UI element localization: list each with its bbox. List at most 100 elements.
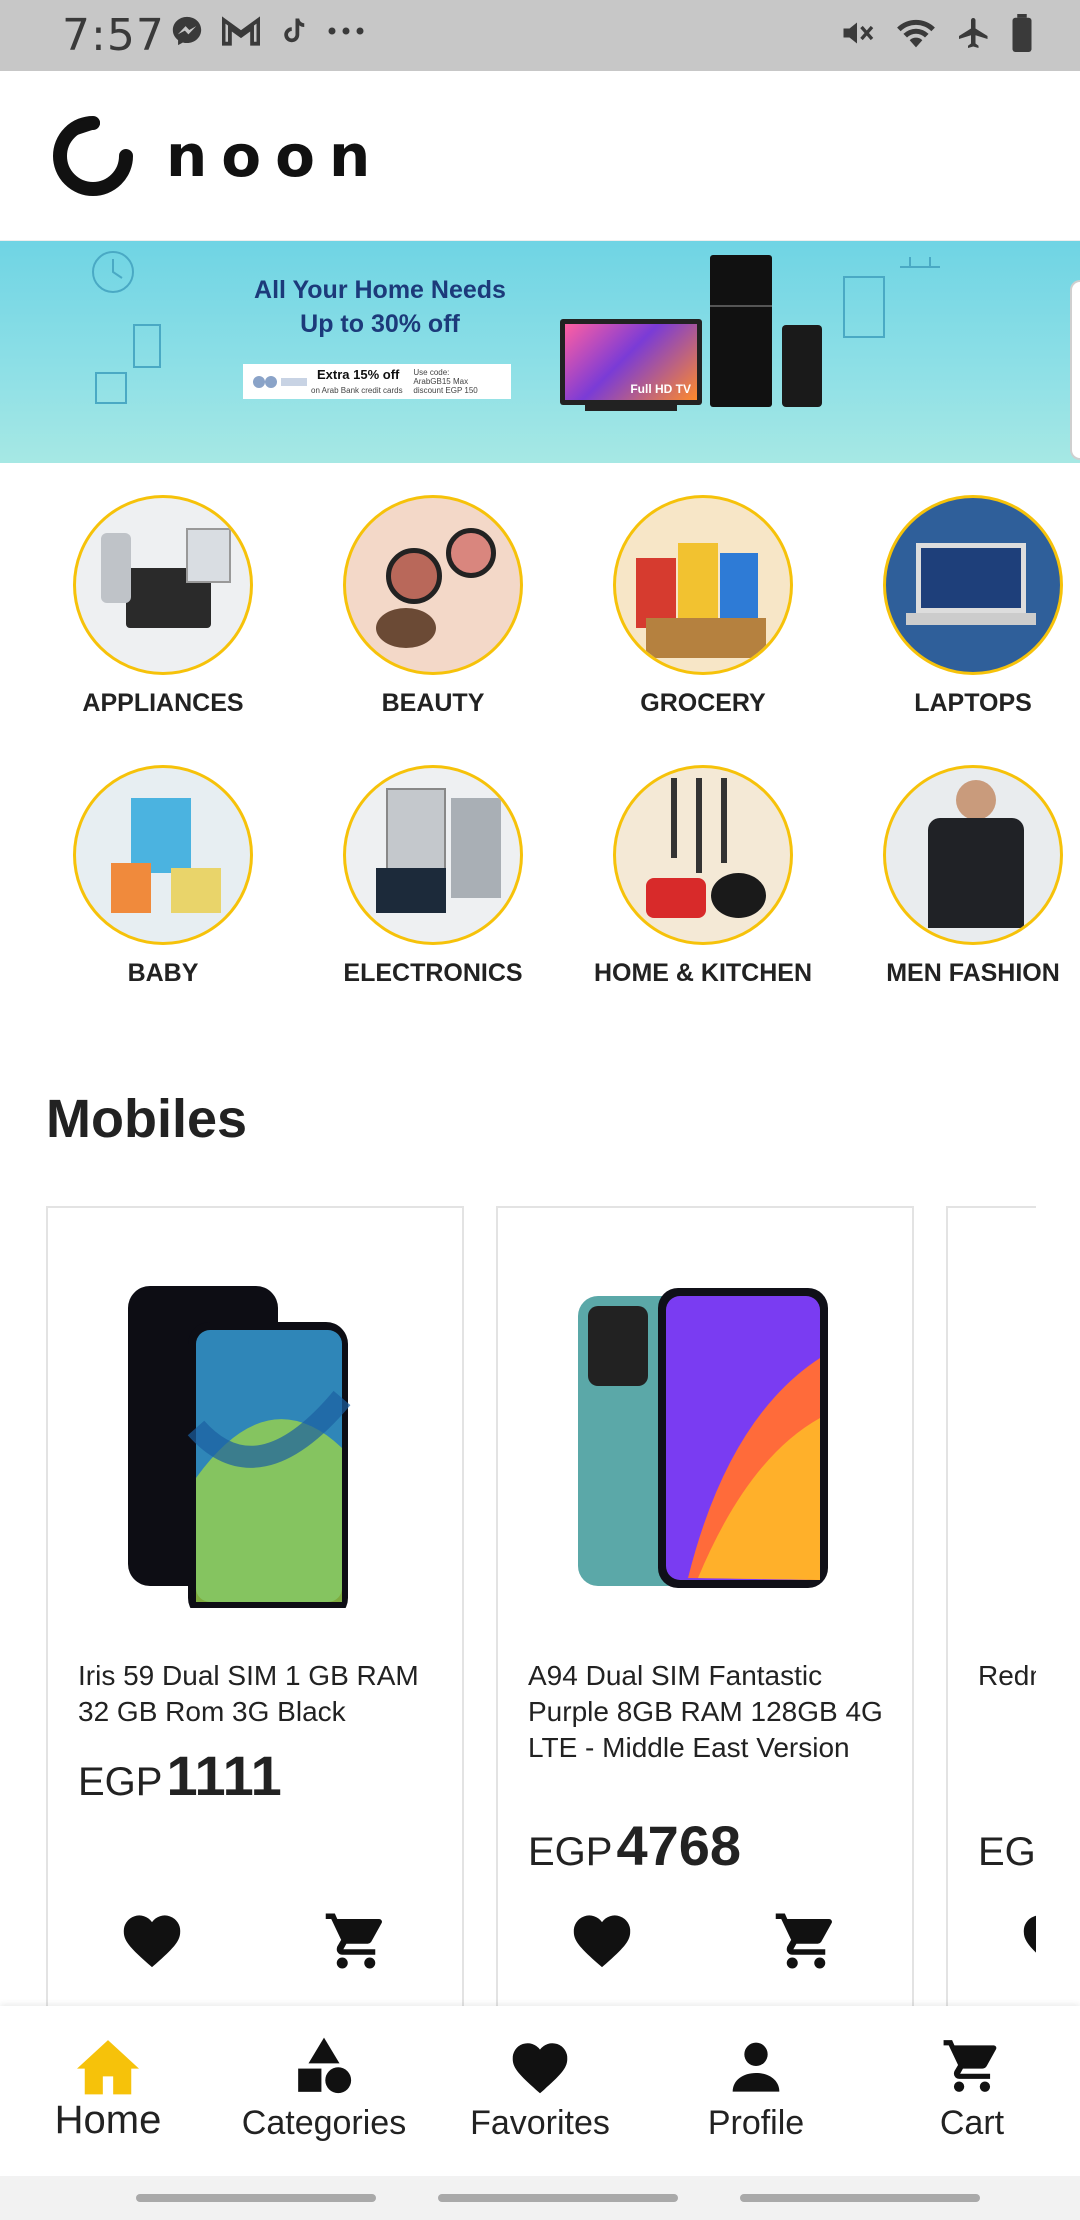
categories-icon <box>298 2037 352 2094</box>
category-beauty-image <box>343 495 523 675</box>
category-appliances[interactable]: APPLIANCES <box>28 495 298 718</box>
category-home-kitchen-image <box>613 765 793 945</box>
banner-offer-sub: on Arab Bank credit cards <box>311 386 403 395</box>
noon-logo[interactable]: noon <box>48 111 384 201</box>
status-time: 7:57 <box>62 10 165 61</box>
promo-banner[interactable]: All Your Home Needs Up to 30% off Extra … <box>0 241 1080 463</box>
category-grocery-image <box>613 495 793 675</box>
banner-offer-code: Use code: ArabGB15 Max discount EGP 150 <box>413 368 478 395</box>
messenger-icon <box>172 16 202 46</box>
wifi-icon <box>897 19 935 48</box>
nav-label: Profile <box>707 2104 805 2142</box>
add-to-favorites-heart-icon[interactable] <box>568 1908 636 1970</box>
banner-title-line2: Up to 30% off <box>300 310 460 338</box>
category-label: HOME & KITCHEN <box>593 959 813 987</box>
category-grid: APPLIANCES BEAUTY GROCERY LAPTOPS BABY E… <box>0 490 1080 1000</box>
category-label: LAPTOPS <box>914 689 1032 717</box>
system-icons <box>838 14 1034 52</box>
banner-offer-main: Extra 15% off <box>317 367 400 382</box>
product-card[interactable]: Redmi Pebble 64GB Version EGP <box>946 1206 1036 2006</box>
product-price: EGP1111 <box>78 1743 282 1808</box>
home-icon <box>77 2040 139 2095</box>
category-laptops[interactable]: LAPTOPS <box>838 495 1080 718</box>
product-price: EGP4768 <box>528 1813 741 1878</box>
product-name: A94 Dual SIM Fantastic Purple 8GB RAM 12… <box>528 1660 883 1763</box>
airplane-icon <box>959 18 988 48</box>
clock-icon <box>92 251 134 293</box>
product-image <box>528 1248 884 1608</box>
shelf-icon <box>843 257 940 338</box>
product-image <box>78 1248 434 1620</box>
fridge-image <box>710 255 772 407</box>
product-card[interactable]: A94 Dual SIM Fantastic Purple 8GB RAM 12… <box>496 1206 914 2006</box>
noon-logo-icon <box>53 116 133 196</box>
cart-icon <box>943 2040 997 2092</box>
product-actions <box>498 1908 912 1978</box>
system-gesture-bar <box>0 2176 1080 2220</box>
category-appliances-image <box>73 495 253 675</box>
category-baby-image <box>73 765 253 945</box>
category-grocery[interactable]: GROCERY <box>568 495 838 718</box>
notification-icons <box>170 14 366 48</box>
product-actions <box>48 1908 462 1978</box>
category-men-fashion-image <box>883 765 1063 945</box>
product-currency: EGP <box>528 1830 613 1874</box>
side-scroll-handle[interactable] <box>1070 280 1080 460</box>
product-carousel[interactable]: Iris 59 Dual SIM 1 GB RAM 32 GB Rom 3G B… <box>46 1206 1036 2006</box>
category-electronics[interactable]: ELECTRONICS <box>298 765 568 988</box>
add-to-favorites-heart-icon[interactable] <box>1018 1908 1036 1970</box>
person-icon <box>732 2042 780 2092</box>
add-to-cart-icon[interactable] <box>323 1908 389 1974</box>
nav-label: Home <box>54 2098 162 2142</box>
status-bar: 7:57 <box>0 0 1080 71</box>
nav-categories[interactable]: Categories <box>216 2034 432 2143</box>
app-header: noon <box>0 71 1080 241</box>
category-home-kitchen[interactable]: HOME & KITCHEN <box>568 765 838 988</box>
product-name: Iris 59 Dual SIM 1 GB RAM 32 GB Rom 3G B… <box>78 1660 419 1727</box>
category-electronics-image <box>343 765 523 945</box>
category-men-fashion[interactable]: MEN FASHION <box>838 765 1080 988</box>
gmail-icon <box>222 16 260 46</box>
nav-home[interactable]: Home <box>0 2034 216 2143</box>
more-icon <box>328 27 364 35</box>
category-label: ELECTRONICS <box>343 959 523 987</box>
gesture-pill-recents[interactable] <box>136 2194 376 2202</box>
nav-cart[interactable]: Cart <box>864 2034 1080 2143</box>
product-currency: EGP <box>78 1760 163 1804</box>
banner-offer-box: Extra 15% off on Arab Bank credit cards … <box>243 364 511 399</box>
category-beauty[interactable]: BEAUTY <box>298 495 568 718</box>
tiktok-icon <box>284 18 305 43</box>
product-price: EGP <box>978 1813 1036 1878</box>
tv-label: Full HD TV <box>630 382 691 396</box>
product-image <box>978 1248 1036 1608</box>
nav-label: Favorites <box>470 2104 610 2142</box>
banner-title-line1: All Your Home Needs <box>254 276 506 304</box>
nav-favorites[interactable]: Favorites <box>432 2034 648 2143</box>
nav-profile[interactable]: Profile <box>648 2034 864 2143</box>
section-title-mobiles: Mobiles <box>46 1089 248 1149</box>
category-label: BABY <box>127 959 199 987</box>
category-label: MEN FASHION <box>886 959 1060 987</box>
product-name: Redmi Pebble 64GB Version <box>978 1660 1036 1691</box>
mute-icon <box>843 22 874 44</box>
product-price-value: 4768 <box>616 1814 742 1877</box>
category-label: APPLIANCES <box>82 689 244 717</box>
add-to-cart-icon[interactable] <box>773 1908 839 1974</box>
product-currency: EGP <box>978 1830 1036 1874</box>
nav-label: Cart <box>939 2104 1005 2142</box>
tv-stand <box>585 405 677 411</box>
tv-image: Full HD TV <box>560 319 702 405</box>
heart-icon <box>512 2043 568 2094</box>
add-to-favorites-heart-icon[interactable] <box>118 1908 186 1970</box>
gesture-pill-home[interactable] <box>438 2194 678 2202</box>
product-actions <box>948 1908 1036 1978</box>
category-label: BEAUTY <box>381 689 485 717</box>
bottom-navigation: Home Categories Favorites Profile Cart <box>0 2006 1080 2176</box>
gesture-pill-back[interactable] <box>740 2194 980 2202</box>
battery-icon <box>1012 14 1032 52</box>
category-baby[interactable]: BABY <box>28 765 298 988</box>
product-card[interactable]: Iris 59 Dual SIM 1 GB RAM 32 GB Rom 3G B… <box>46 1206 464 2006</box>
category-label: GROCERY <box>640 689 766 717</box>
nav-label: Categories <box>241 2104 407 2142</box>
banner-title: All Your Home Needs Up to 30% off <box>200 273 560 341</box>
